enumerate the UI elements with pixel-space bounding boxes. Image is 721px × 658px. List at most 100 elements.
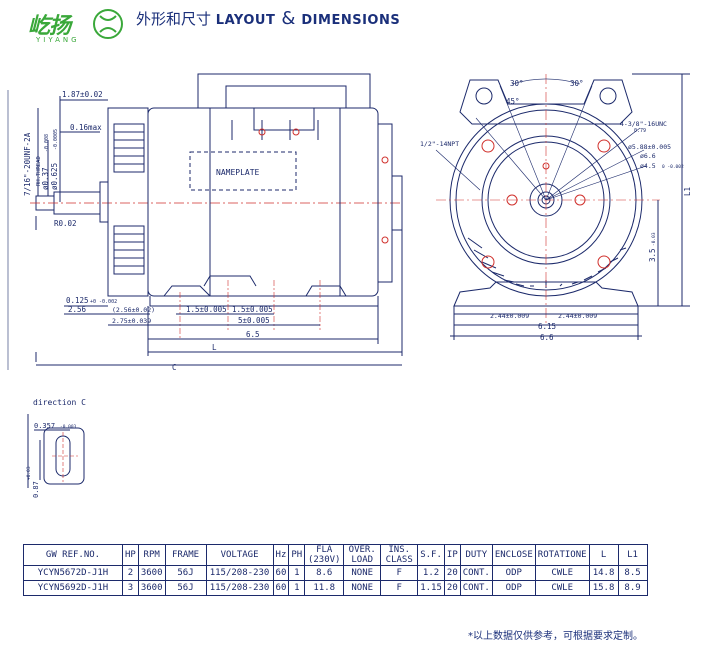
cell-hz: 60	[272, 580, 290, 596]
cell-fla: 11.8	[304, 580, 345, 596]
spec-table: GW REF.NO. HP RPM FRAME VOLTAGE Hz PH FL…	[23, 544, 648, 596]
angle-30a: 30°	[510, 79, 524, 88]
dim-r002: R0.02	[54, 219, 77, 228]
col-rpm: RPM	[137, 544, 166, 566]
cell-duty: CONT.	[459, 580, 493, 596]
cell-l1: 8.9	[617, 580, 648, 596]
col-enclose: ENCLOSE	[491, 544, 536, 566]
dim-0625-tol: -0.0005	[53, 129, 59, 150]
dim-15a: 1.5±0.005	[186, 305, 227, 314]
footnote: *以上数据仅供参考，可根据要求定制。	[468, 631, 643, 642]
cell-l: 14.8	[588, 565, 619, 581]
table-row: YCYN5692D-J1H 3 3600 56J 115/208-230 60 …	[23, 580, 648, 596]
cell-ins-class: F	[380, 580, 419, 596]
dim-016max: 0.16max	[70, 123, 102, 132]
dim-256b: (2.56±0.02)	[112, 306, 155, 314]
dim-0357: 0.357	[34, 422, 55, 430]
cell-voltage: 115/208-230	[205, 580, 274, 596]
col-ins-class: INS. CLASS	[380, 544, 419, 566]
col-l1: L1	[617, 544, 648, 566]
dim-unc: 4-3/8"-16UNC	[620, 120, 667, 128]
dim-187: 1.87±0.02	[62, 90, 103, 99]
dim-275: 2.75±0.039	[112, 317, 151, 325]
dim-C: C	[172, 363, 177, 372]
technical-drawing: 1.87±0.02 0.16max 7/16"-20UNF-2A RH.THRE…	[7, 73, 692, 498]
dim-037-tol: -0.008	[44, 134, 50, 152]
dim-35-tol: -0.03	[651, 232, 657, 246]
cell-duty: CONT.	[459, 565, 493, 581]
cell-overload: NONE	[343, 580, 382, 596]
table-header-row: GW REF.NO. HP RPM FRAME VOLTAGE Hz PH FL…	[23, 544, 648, 566]
cell-sf: 1.2	[417, 565, 445, 581]
col-duty: DUTY	[459, 544, 493, 566]
cell-ip: 20	[443, 580, 461, 596]
cell-gw-ref: YCYN5692D-J1H	[23, 580, 123, 596]
dim-L1: L1	[683, 187, 692, 196]
dim-588: ø5.88±0.005	[628, 143, 671, 151]
dim-256: 2.56	[68, 305, 87, 314]
col-gw-ref: GW REF.NO.	[23, 544, 123, 566]
col-sf: S.F.	[417, 544, 445, 566]
cell-ins-class: F	[380, 565, 419, 581]
dim-thread: 7/16"-20UNF-2A	[23, 132, 32, 196]
cell-sf: 1.15	[417, 580, 445, 596]
dim-L: L	[212, 343, 217, 352]
dim-45: ø4.5	[640, 162, 656, 170]
cell-enclose: ODP	[491, 565, 536, 581]
cell-rpm: 3600	[137, 580, 166, 596]
cell-overload: NONE	[343, 565, 382, 581]
cell-rotation: CWLE	[534, 580, 590, 596]
cell-ip: 20	[443, 565, 461, 581]
col-fla: FLA (230V)	[304, 544, 345, 566]
cell-l: 15.8	[588, 580, 619, 596]
col-frame: FRAME	[164, 544, 207, 566]
dim-037: ø0.37	[41, 167, 50, 190]
table-row: YCYN5672D-J1H 2 3600 56J 115/208-230 60 …	[23, 565, 648, 581]
dim-15b: 1.5±0.005	[232, 305, 273, 314]
col-rotation: ROTATIONE	[534, 544, 590, 566]
cell-hz: 60	[272, 565, 290, 581]
dim-0125-tol: +0 -0.002	[90, 299, 117, 305]
dim-npt: 1/2"-14NPT	[420, 140, 459, 148]
dim-0625: ø0.625	[50, 163, 59, 190]
dim-45-tol: 0 -0.002	[662, 164, 684, 170]
dim-65: 6.5	[246, 330, 260, 339]
col-ph: PH	[288, 544, 306, 566]
col-voltage: VOLTAGE	[205, 544, 274, 566]
cell-l1: 8.5	[617, 565, 648, 581]
col-ip: IP	[443, 544, 461, 566]
dim-5: 5±0.005	[238, 316, 270, 325]
col-hp: HP	[122, 544, 139, 566]
dim-087-tol: +0.03	[26, 466, 32, 480]
cell-gw-ref: YCYN5672D-J1H	[23, 565, 123, 581]
cell-hp: 2	[122, 565, 139, 581]
side-view	[30, 73, 403, 366]
direction-c-label: direction C	[33, 398, 86, 407]
dim-66b: 6.6	[540, 333, 554, 342]
cell-enclose: ODP	[491, 580, 536, 596]
cell-rotation: CWLE	[534, 565, 590, 581]
cell-rpm: 3600	[137, 565, 166, 581]
col-overload: OVER. LOAD	[343, 544, 382, 566]
dim-0125: 0.125	[66, 296, 89, 305]
dim-35: 3.5	[648, 248, 657, 262]
dim-0357-tol: -0.003	[60, 424, 77, 430]
col-hz: Hz	[272, 544, 290, 566]
dim-unc-sub: 0.79	[634, 128, 646, 134]
dim-244a: 2.44±0.009	[490, 312, 529, 320]
dim-244b: 2.44±0.009	[558, 312, 597, 320]
front-view	[435, 73, 690, 340]
cell-voltage: 115/208-230	[205, 565, 274, 581]
cell-ph: 1	[288, 565, 306, 581]
angle-30b: 30°	[570, 79, 584, 88]
dim-615: 6.15	[538, 322, 556, 331]
cell-frame: 56J	[164, 580, 207, 596]
cell-fla: 8.6	[304, 565, 345, 581]
col-l: L	[588, 544, 619, 566]
nameplate-label: NAMEPLATE	[216, 168, 260, 177]
dim-66: ø6.6	[640, 152, 656, 160]
angle-45: 45°	[506, 97, 520, 106]
cell-ph: 1	[288, 580, 306, 596]
cell-hp: 3	[122, 580, 139, 596]
cell-frame: 56J	[164, 565, 207, 581]
